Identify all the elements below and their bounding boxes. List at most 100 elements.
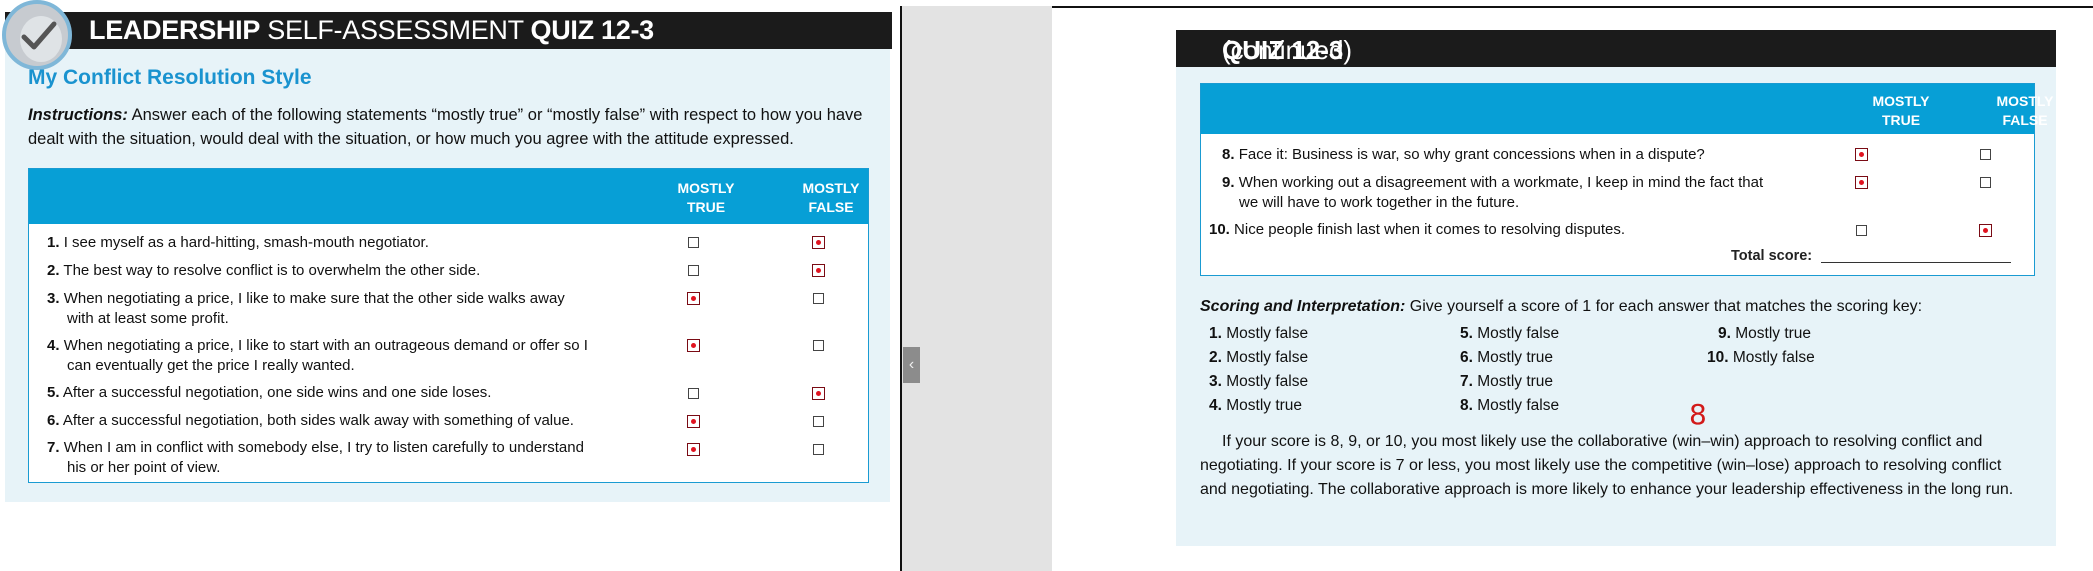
checkbox-q4-false[interactable] <box>813 340 824 351</box>
question-number: 3. <box>47 290 60 307</box>
question-5: 5. After a successful negotiation, one s… <box>47 383 647 403</box>
key-number: 1. <box>1209 325 1222 342</box>
checkbox-q3-true[interactable] <box>687 292 700 305</box>
col-mostly-true: MOSTLY TRUE <box>666 179 746 217</box>
key-answer: Mostly true <box>1730 325 1812 342</box>
col-false-line1: MOSTLY <box>1996 93 2054 109</box>
question-number: 9. <box>1222 174 1235 191</box>
key-answer: Mostly false <box>1472 325 1560 342</box>
checkbox-q7-true[interactable] <box>687 443 700 456</box>
question-4: 4. When negotiating a price, I like to s… <box>47 336 647 376</box>
key-item-3: 3. Mostly false <box>1209 373 1308 391</box>
key-item-9: 9. Mostly true <box>1718 325 1811 343</box>
checkbox-q9-true[interactable] <box>1855 176 1868 189</box>
checkbox-q9-false[interactable] <box>1980 177 1991 188</box>
checkbox-q8-false[interactable] <box>1980 149 1991 160</box>
question-1: 1. I see myself as a hard-hitting, smash… <box>47 233 647 253</box>
key-answer: Mostly false <box>1221 325 1309 342</box>
total-score-field[interactable] <box>1821 262 2011 263</box>
quiz-subtitle: My Conflict Resolution Style <box>28 66 312 89</box>
page-top-border <box>900 6 2093 8</box>
continued-title-part2: (continued) <box>1222 35 1353 65</box>
checkbox-q2-false[interactable] <box>812 264 825 277</box>
checkbox-q5-false[interactable] <box>812 387 825 400</box>
key-item-10: 10. Mostly false <box>1707 349 1815 367</box>
key-number: 9. <box>1718 325 1731 342</box>
question-8: 8. Face it: Business is war, so why gran… <box>1222 145 1822 165</box>
key-item-1: 1. Mostly false <box>1209 325 1308 343</box>
checkbox-q1-false[interactable] <box>812 236 825 249</box>
question-text: After a successful negotiation, both sid… <box>62 412 574 429</box>
question-text: After a successful negotiation, one side… <box>62 384 492 401</box>
col-true-line1: MOSTLY <box>677 180 735 196</box>
question-text-cont: we will have to work together in the fut… <box>1239 194 1520 211</box>
checkbox-q4-true[interactable] <box>687 339 700 352</box>
checkbox-q6-false[interactable] <box>813 416 824 427</box>
key-item-6: 6. Mostly true <box>1460 349 1553 367</box>
question-6: 6. After a successful negotiation, both … <box>47 411 647 431</box>
question-number: 7. <box>47 439 60 456</box>
key-answer: Mostly true <box>1472 349 1554 366</box>
question-number: 1. <box>47 234 60 251</box>
key-answer: Mostly false <box>1728 349 1815 366</box>
quiz-title-bar: LEADERSHIP SELF-ASSESSMENT QUIZ 12-3 <box>5 12 892 49</box>
key-number: 3. <box>1209 373 1222 390</box>
question-text: Nice people finish last when it comes to… <box>1234 221 1626 238</box>
question-number: 10. <box>1209 221 1230 238</box>
key-number: 10. <box>1707 349 1729 366</box>
checkbox-q2-true[interactable] <box>688 265 699 276</box>
total-score-label: Total score: <box>1731 248 1813 264</box>
quiz-title: LEADERSHIP SELF-ASSESSMENT QUIZ 12-3 <box>89 12 654 49</box>
key-item-5: 5. Mostly false <box>1460 325 1559 343</box>
checkbox-q8-true[interactable] <box>1855 148 1868 161</box>
question-text: When negotiating a price, I like to make… <box>63 290 565 307</box>
instructions-label: Instructions: <box>28 106 128 124</box>
question-text: When I am in conflict with somebody else… <box>63 439 584 456</box>
right-table-header: MOSTLY TRUE MOSTLY FALSE <box>1201 84 2054 134</box>
instructions-text: Answer each of the following statements … <box>28 106 863 148</box>
checkmark-badge-icon <box>2 0 72 70</box>
question-2: 2. The best way to resolve conflict is t… <box>47 261 647 281</box>
scoring-text: Give yourself a score of 1 for each answ… <box>1405 298 1923 315</box>
key-item-2: 2. Mostly false <box>1209 349 1308 367</box>
question-number: 2. <box>47 262 60 279</box>
key-number: 6. <box>1460 349 1473 366</box>
key-item-7: 7. Mostly true <box>1460 373 1553 391</box>
left-table-header: MOSTLY TRUE MOSTLY FALSE <box>29 169 868 224</box>
question-10: 10. Nice people finish last when it come… <box>1209 220 1809 240</box>
checkbox-q5-true[interactable] <box>688 388 699 399</box>
col-true-line2: TRUE <box>1881 112 1921 128</box>
checkbox-q1-true[interactable] <box>688 237 699 248</box>
question-text: When negotiating a price, I like to star… <box>63 337 588 354</box>
question-9: 9. When working out a disagreement with … <box>1222 173 1822 213</box>
question-number: 8. <box>1222 146 1235 163</box>
key-number: 2. <box>1209 349 1222 366</box>
question-text-cont: with at least some profit. <box>67 310 229 327</box>
col-true-line1: MOSTLY <box>1872 93 1930 109</box>
scoring-label: Scoring and Interpretation: <box>1200 298 1406 315</box>
handwritten-score: 8 <box>1689 398 1707 431</box>
scoring-instructions: Scoring and Interpretation: Give yoursel… <box>1200 296 2050 318</box>
col-true-line2: TRUE <box>686 199 726 215</box>
question-number: 6. <box>47 412 60 429</box>
checkbox-q10-false[interactable] <box>1979 224 1992 237</box>
quiz-title-part2: SELF-ASSESSMENT <box>260 15 531 45</box>
continued-title-bar: QUIZ 12-3 (continued) <box>1176 30 2056 67</box>
question-text: Face it: Business is war, so why grant c… <box>1238 146 1705 163</box>
key-item-8: 8. Mostly false <box>1460 397 1559 415</box>
col-mostly-false: MOSTLY FALSE <box>791 179 871 217</box>
chevron-left-icon[interactable]: ‹ <box>903 347 920 383</box>
key-number: 5. <box>1460 325 1473 342</box>
key-answer: Mostly false <box>1472 397 1560 414</box>
question-3: 3. When negotiating a price, I like to m… <box>47 289 647 329</box>
question-text-cont: can eventually get the price I really wa… <box>67 357 355 374</box>
checkbox-q7-false[interactable] <box>813 444 824 455</box>
page-gutter <box>902 6 1052 571</box>
checkbox-q3-false[interactable] <box>813 293 824 304</box>
col-false-line1: MOSTLY <box>802 180 860 196</box>
question-number: 5. <box>47 384 60 401</box>
checkbox-q10-true[interactable] <box>1856 225 1867 236</box>
col-mostly-true: MOSTLY TRUE <box>1861 92 1941 130</box>
checkbox-q6-true[interactable] <box>687 415 700 428</box>
checkmark-icon <box>21 21 57 50</box>
